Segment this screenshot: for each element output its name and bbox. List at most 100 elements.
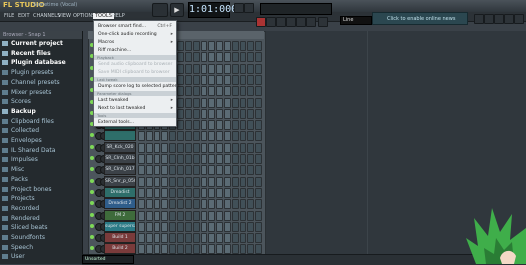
- step-button[interactable]: [223, 244, 231, 255]
- browser-item[interactable]: Collected: [2, 127, 80, 135]
- countdown-icon[interactable]: [306, 17, 316, 27]
- step-button[interactable]: [184, 142, 192, 153]
- step-button[interactable]: [153, 221, 161, 232]
- step-button[interactable]: [192, 244, 200, 255]
- step-button[interactable]: [153, 199, 161, 210]
- step-button[interactable]: [161, 187, 169, 198]
- channel-mute-led[interactable]: [90, 189, 94, 194]
- step-button[interactable]: [239, 52, 247, 63]
- channel-row[interactable]: Dreadist: [90, 186, 262, 198]
- step-button[interactable]: [208, 165, 216, 176]
- step-button[interactable]: [231, 176, 239, 187]
- step-button[interactable]: [239, 176, 247, 187]
- channel-name-button[interactable]: Build 2: [104, 243, 136, 255]
- blend-icon[interactable]: [286, 17, 296, 27]
- step-button[interactable]: [216, 52, 223, 63]
- menu-item[interactable]: Riff machine...: [94, 47, 176, 54]
- channel-mute-led[interactable]: [90, 156, 94, 160]
- menu-item[interactable]: Dump score log to selected pattern: [94, 83, 179, 90]
- browser-item[interactable]: Recorded: [2, 205, 80, 213]
- browser-item[interactable]: Channel presets: [2, 79, 80, 87]
- step-button[interactable]: [184, 41, 192, 51]
- browser-item[interactable]: Project bones: [2, 186, 80, 194]
- step-button[interactable]: [247, 244, 255, 255]
- step-button[interactable]: [161, 176, 169, 187]
- step-button[interactable]: [161, 221, 169, 232]
- step-button[interactable]: [192, 52, 200, 63]
- browser-item[interactable]: User: [2, 253, 80, 261]
- step-button[interactable]: [169, 233, 177, 244]
- menu-item[interactable]: Macros ▸: [94, 39, 176, 46]
- channel-row[interactable]: SR_Clnh_01b: [90, 153, 262, 164]
- step-button[interactable]: [184, 187, 192, 198]
- step-button[interactable]: [200, 210, 208, 221]
- step-button[interactable]: [177, 199, 184, 210]
- step-button[interactable]: [184, 154, 192, 164]
- browser-item[interactable]: Recent files: [2, 50, 80, 58]
- step-button[interactable]: [177, 210, 184, 221]
- step-button[interactable]: [192, 74, 200, 85]
- browser-item[interactable]: Misc: [2, 166, 80, 174]
- step-button[interactable]: [239, 187, 247, 198]
- step-button[interactable]: [177, 165, 184, 176]
- step-button[interactable]: [184, 63, 192, 74]
- step-button[interactable]: [255, 41, 262, 51]
- step-button[interactable]: [138, 244, 145, 255]
- step-button[interactable]: [255, 74, 262, 85]
- step-button[interactable]: [208, 74, 216, 85]
- step-button[interactable]: [161, 142, 169, 153]
- channel-rack-icon[interactable]: [494, 14, 504, 24]
- step-button[interactable]: [138, 187, 145, 198]
- step-button[interactable]: [239, 165, 247, 176]
- step-button[interactable]: [169, 244, 177, 255]
- step-button[interactable]: [223, 210, 231, 221]
- step-button[interactable]: [200, 221, 208, 232]
- channel-name-button[interactable]: SR_Clnh_017: [104, 164, 136, 176]
- step-button[interactable]: [169, 142, 177, 153]
- step-button[interactable]: [231, 97, 239, 108]
- step-button[interactable]: [216, 176, 223, 187]
- step-button[interactable]: [231, 41, 239, 51]
- step-button[interactable]: [216, 221, 223, 232]
- step-icon[interactable]: [276, 17, 286, 27]
- step-button[interactable]: [223, 63, 231, 74]
- browser-item[interactable]: Plugin presets: [2, 69, 80, 77]
- step-button[interactable]: [239, 108, 247, 119]
- step-button[interactable]: [161, 199, 169, 210]
- step-button[interactable]: [223, 52, 231, 63]
- step-button[interactable]: [231, 142, 239, 153]
- step-button[interactable]: [192, 131, 200, 142]
- step-button[interactable]: [216, 165, 223, 176]
- step-button[interactable]: [138, 142, 145, 153]
- step-button[interactable]: [184, 52, 192, 63]
- step-button[interactable]: [239, 154, 247, 164]
- step-button[interactable]: [192, 63, 200, 74]
- step-button[interactable]: [184, 233, 192, 244]
- channel-row[interactable]: SR_Snr_p_050: [90, 175, 262, 187]
- step-button[interactable]: [177, 131, 184, 142]
- step-button[interactable]: [177, 176, 184, 187]
- step-button[interactable]: [192, 233, 200, 244]
- step-button[interactable]: [145, 199, 153, 210]
- step-button[interactable]: [239, 74, 247, 85]
- step-button[interactable]: [184, 176, 192, 187]
- browser-item[interactable]: Projects: [2, 195, 80, 203]
- step-button[interactable]: [177, 97, 184, 108]
- step-button[interactable]: [145, 176, 153, 187]
- browser-item[interactable]: Soundfonts: [2, 234, 80, 242]
- channel-row[interactable]: Build 1: [90, 232, 262, 244]
- step-button[interactable]: [223, 41, 231, 51]
- menu-item[interactable]: Next to last tweaked ▸: [94, 105, 176, 112]
- step-button[interactable]: [177, 244, 184, 255]
- step-button[interactable]: [161, 165, 169, 176]
- step-button[interactable]: [145, 187, 153, 198]
- step-button[interactable]: [223, 187, 231, 198]
- step-button[interactable]: [177, 52, 184, 63]
- tempo-icon[interactable]: [234, 3, 244, 13]
- step-button[interactable]: [138, 176, 145, 187]
- step-button[interactable]: [208, 199, 216, 210]
- step-button[interactable]: [200, 154, 208, 164]
- step-button[interactable]: [247, 120, 255, 131]
- channel-name-button[interactable]: SR_Kck_020: [104, 141, 136, 153]
- browser-item[interactable]: Packs: [2, 176, 80, 184]
